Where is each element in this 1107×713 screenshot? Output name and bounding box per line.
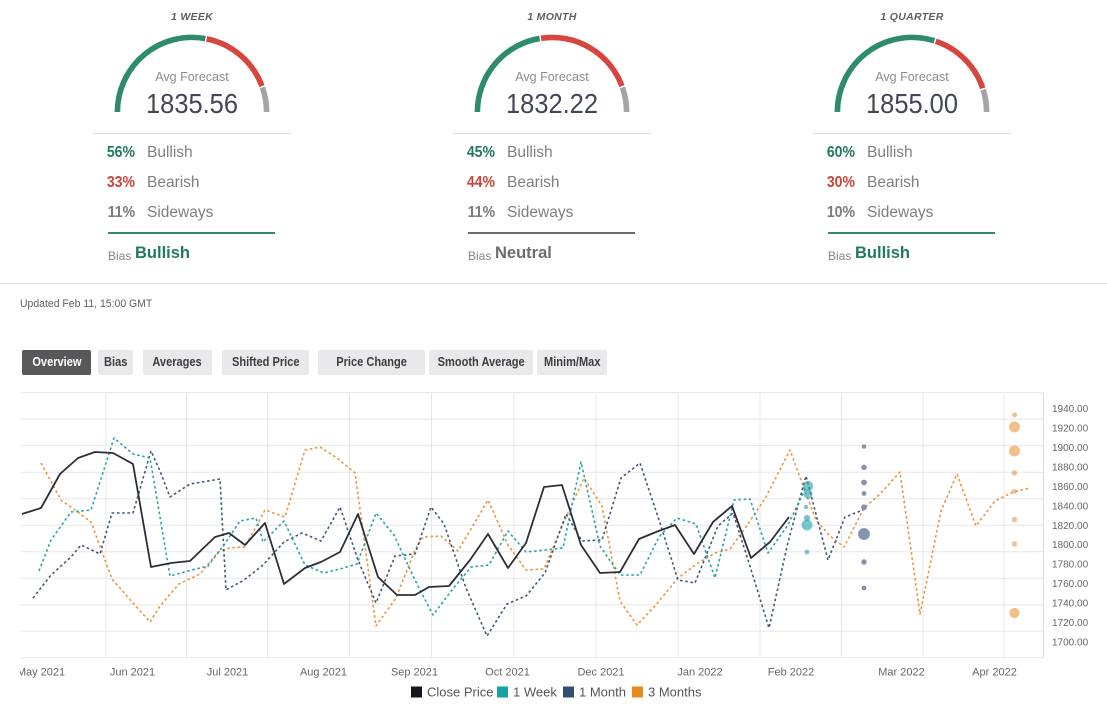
svg-text:Apr 2022: Apr 2022 <box>972 667 1017 679</box>
svg-text:1 Week: 1 Week <box>513 685 557 700</box>
svg-text:1800.00: 1800.00 <box>1052 540 1089 551</box>
svg-text:1840.00: 1840.00 <box>1052 501 1089 512</box>
svg-text:1880.00: 1880.00 <box>1052 463 1089 474</box>
svg-text:1860.00: 1860.00 <box>1052 482 1089 493</box>
svg-text:Dec 2021: Dec 2021 <box>577 667 624 679</box>
svg-text:Feb 2022: Feb 2022 <box>768 667 814 679</box>
svg-text:1820.00: 1820.00 <box>1052 521 1089 532</box>
svg-text:Jul 2021: Jul 2021 <box>207 667 249 679</box>
svg-text:1940.00: 1940.00 <box>1052 404 1089 415</box>
svg-text:1740.00: 1740.00 <box>1052 599 1089 610</box>
svg-text:1900.00: 1900.00 <box>1052 443 1089 454</box>
svg-text:Sep 2021: Sep 2021 <box>391 667 438 679</box>
svg-text:Oct 2021: Oct 2021 <box>485 667 530 679</box>
svg-text:1 Month: 1 Month <box>579 685 626 700</box>
svg-text:1700.00: 1700.00 <box>1052 637 1089 648</box>
svg-text:3 Months: 3 Months <box>648 685 702 700</box>
svg-text:Jan 2022: Jan 2022 <box>677 667 722 679</box>
svg-text:Aug 2021: Aug 2021 <box>300 667 347 679</box>
svg-text:Close Price: Close Price <box>427 685 493 700</box>
svg-text:Jun 2021: Jun 2021 <box>110 667 155 679</box>
svg-text:1760.00: 1760.00 <box>1052 579 1089 590</box>
svg-text:1920.00: 1920.00 <box>1052 424 1089 435</box>
svg-text:Mar 2022: Mar 2022 <box>878 667 924 679</box>
svg-text:May 2021: May 2021 <box>17 667 65 679</box>
svg-text:1780.00: 1780.00 <box>1052 560 1089 571</box>
svg-text:1720.00: 1720.00 <box>1052 618 1089 629</box>
